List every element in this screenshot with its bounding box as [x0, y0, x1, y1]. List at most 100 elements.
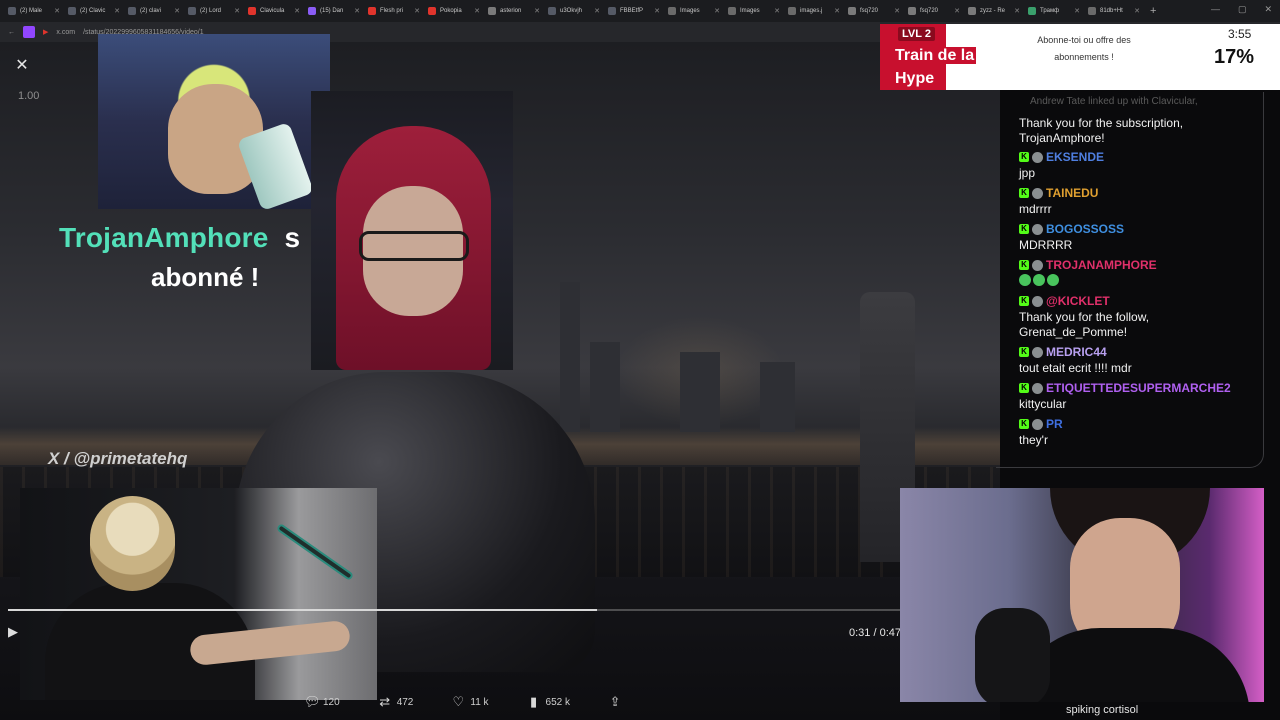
kick-badge-icon: K	[1019, 383, 1029, 393]
browser-tab[interactable]: (15) Dan ✕	[304, 0, 364, 22]
kick-badge-icon: K	[1019, 224, 1029, 234]
browser-tab[interactable]: (2) Clavic ✕	[64, 0, 124, 22]
webcam-streamer	[900, 488, 1264, 702]
new-tab-button[interactable]: +	[1150, 5, 1156, 17]
tab-close-icon[interactable]: ✕	[714, 7, 720, 15]
browser-tab[interactable]: asterion ✕	[484, 0, 544, 22]
tab-close-icon[interactable]: ✕	[174, 7, 180, 15]
browser-tab[interactable]: fsq720 ✕	[844, 0, 904, 22]
chat-message-text: kittycular	[1019, 397, 1067, 411]
tab-close-icon[interactable]: ✕	[954, 7, 960, 15]
repost-button[interactable]: ⇄ 472	[378, 694, 413, 709]
views-button[interactable]: ▮ 652 k	[527, 695, 570, 709]
chat-username[interactable]: TROJANAMPHORE	[1046, 258, 1157, 272]
guest-head	[90, 496, 175, 591]
skyline-tower	[590, 342, 620, 432]
tab-close-icon[interactable]: ✕	[894, 7, 900, 15]
tab-favicon-icon	[248, 7, 256, 15]
skyline-tower	[760, 362, 795, 432]
chat-username[interactable]: TAINEDU	[1046, 186, 1098, 200]
tab-label: fsq720	[920, 8, 939, 14]
reply-button[interactable]: 💬︎ 120	[304, 695, 340, 709]
subscriber-badge-icon	[1032, 382, 1043, 394]
tab-close-icon[interactable]: ✕	[594, 7, 600, 15]
close-icon[interactable]: ✕	[12, 56, 32, 76]
tab-close-icon[interactable]: ✕	[234, 7, 240, 15]
repost-icon: ⇄	[379, 694, 391, 709]
post-action-bar: 💬︎ 120 ⇄ 472 ♡ 11 k ▮ 652 k ⇪	[304, 694, 660, 710]
chat-username-row[interactable]: K BOGOSSOSS	[1019, 222, 1124, 236]
chat-username-row[interactable]: K TAINEDU	[1019, 186, 1098, 200]
browser-tab[interactable]: FBBEtfP ✕	[604, 0, 664, 22]
browser-tab[interactable]: Clavicula ✕	[244, 0, 304, 22]
tab-favicon-icon	[788, 7, 796, 15]
chat-username[interactable]: ETIQUETTEDESUPERMARCHE2	[1046, 381, 1231, 395]
browser-tab[interactable]: (2) Male ✕	[4, 0, 64, 22]
browser-tab[interactable]: fsq720 ✕	[904, 0, 964, 22]
chat-username[interactable]: MEDRIC44	[1046, 345, 1107, 359]
tab-close-icon[interactable]: ✕	[774, 7, 780, 15]
tab-close-icon[interactable]: ✕	[474, 7, 480, 15]
chat-message: kittycular	[1019, 397, 1259, 412]
chat-username-row[interactable]: K PR	[1019, 417, 1063, 431]
kick-badge-icon: K	[1019, 296, 1029, 306]
chat-username[interactable]: BOGOSSOSS	[1046, 222, 1124, 236]
tab-label: 81db+Ht	[1100, 8, 1123, 14]
chat-username[interactable]: PR	[1046, 417, 1063, 431]
like-button[interactable]: ♡ 11 k	[451, 695, 489, 709]
subscriber-badge-icon	[1032, 346, 1043, 358]
video-progress-bar[interactable]	[8, 609, 900, 611]
tab-close-icon[interactable]: ✕	[414, 7, 420, 15]
chat-username[interactable]: EKSENDE	[1046, 150, 1104, 164]
tab-close-icon[interactable]: ✕	[1074, 7, 1080, 15]
kick-badge-icon: K	[1019, 260, 1029, 270]
browser-tab[interactable]: zyzz - Re ✕	[964, 0, 1024, 22]
browser-tab[interactable]: u3Okvjh ✕	[544, 0, 604, 22]
tab-favicon-icon	[1088, 7, 1096, 15]
chat-username-row[interactable]: K ETIQUETTEDESUPERMARCHE2	[1019, 381, 1231, 395]
tab-close-icon[interactable]: ✕	[834, 7, 840, 15]
alert-subscribed-text: abonné !	[151, 262, 260, 292]
browser-tab[interactable]: (2) Lord ✕	[184, 0, 244, 22]
chat-username-row[interactable]: K TROJANAMPHORE	[1019, 258, 1157, 272]
chat-username[interactable]: @KICKLET	[1046, 294, 1110, 308]
maximize-icon[interactable]: ▢	[1238, 4, 1247, 15]
chat-message: tout etait ecrit !!!! mdr	[1019, 361, 1259, 376]
browser-tab[interactable]: Flesh pri ✕	[364, 0, 424, 22]
close-window-icon[interactable]: ✕	[1264, 4, 1272, 15]
tab-favicon-icon	[68, 7, 76, 15]
browser-tab[interactable]: (2) clavi ✕	[124, 0, 184, 22]
chat-username-row[interactable]: K @KICKLET	[1019, 294, 1110, 308]
kick-badge-icon: K	[1019, 347, 1029, 357]
browser-tab[interactable]: 81db+Ht ✕	[1084, 0, 1144, 22]
play-icon[interactable]: ▶	[8, 624, 22, 640]
browser-tab[interactable]: Трамф ✕	[1024, 0, 1084, 22]
chat-message: they'r	[1019, 433, 1259, 448]
tab-close-icon[interactable]: ✕	[354, 7, 360, 15]
webcam-overlay-girl	[311, 91, 513, 370]
tab-close-icon[interactable]: ✕	[114, 7, 120, 15]
tab-favicon-icon	[368, 7, 376, 15]
tab-close-icon[interactable]: ✕	[54, 7, 60, 15]
browser-tab[interactable]: Pokopia ✕	[424, 0, 484, 22]
tab-close-icon[interactable]: ✕	[1014, 7, 1020, 15]
youtube-favicon-icon: ▶	[43, 29, 49, 36]
tab-close-icon[interactable]: ✕	[654, 7, 660, 15]
hype-train-level: LVL 2	[898, 27, 935, 41]
browser-tab[interactable]: images.j ✕	[784, 0, 844, 22]
tab-close-icon[interactable]: ✕	[534, 7, 540, 15]
chat-username-row[interactable]: K EKSENDE	[1019, 150, 1104, 164]
browser-tab[interactable]: Images ✕	[664, 0, 724, 22]
tab-close-icon[interactable]: ✕	[294, 7, 300, 15]
share-button[interactable]: ⇪	[608, 695, 622, 709]
twitch-favicon-icon	[23, 26, 35, 38]
tab-close-icon[interactable]: ✕	[1134, 7, 1140, 15]
back-icon[interactable]: ←	[8, 29, 15, 36]
alert-animation-image	[98, 34, 330, 209]
chat-message: MDRRRR	[1019, 238, 1259, 253]
chat-username-row[interactable]: K MEDRIC44	[1019, 345, 1107, 359]
minimize-icon[interactable]: —	[1211, 4, 1220, 15]
browser-tab[interactable]: Images ✕	[724, 0, 784, 22]
playback-speed[interactable]: 1.00	[18, 90, 39, 102]
subscriber-badge-icon	[1032, 223, 1043, 235]
